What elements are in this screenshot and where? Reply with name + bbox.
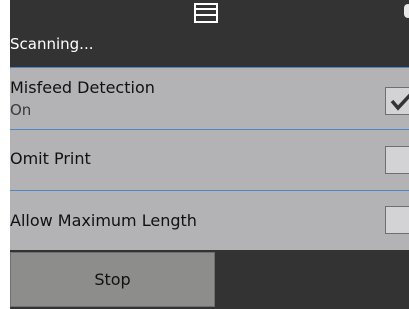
setting-row-omit-print[interactable]: Omit Print: [10, 129, 409, 190]
misfeed-detection-checkbox[interactable]: [385, 87, 409, 115]
omit-print-checkbox[interactable]: [385, 146, 409, 174]
stop-button[interactable]: Stop: [10, 252, 215, 307]
status-header: Scanning...: [10, 0, 409, 67]
status-text: Scanning...: [10, 35, 94, 53]
setting-label: Allow Maximum Length: [10, 211, 197, 230]
setting-row-misfeed-detection[interactable]: Misfeed Detection On: [10, 67, 409, 129]
allow-maximum-length-checkbox[interactable]: [385, 206, 409, 234]
scanner-screen: Scanning... Misfeed Detection On Omit Pr…: [10, 0, 409, 309]
indicator-icon: [404, 4, 409, 18]
setting-value: On: [10, 101, 32, 119]
document-tray-icon: [194, 3, 218, 23]
setting-row-allow-maximum-length[interactable]: Allow Maximum Length: [10, 190, 409, 250]
setting-label: Omit Print: [10, 149, 91, 168]
checkmark-icon: [390, 93, 409, 111]
footer-bar: Stop: [10, 250, 409, 309]
setting-label: Misfeed Detection: [10, 78, 155, 97]
